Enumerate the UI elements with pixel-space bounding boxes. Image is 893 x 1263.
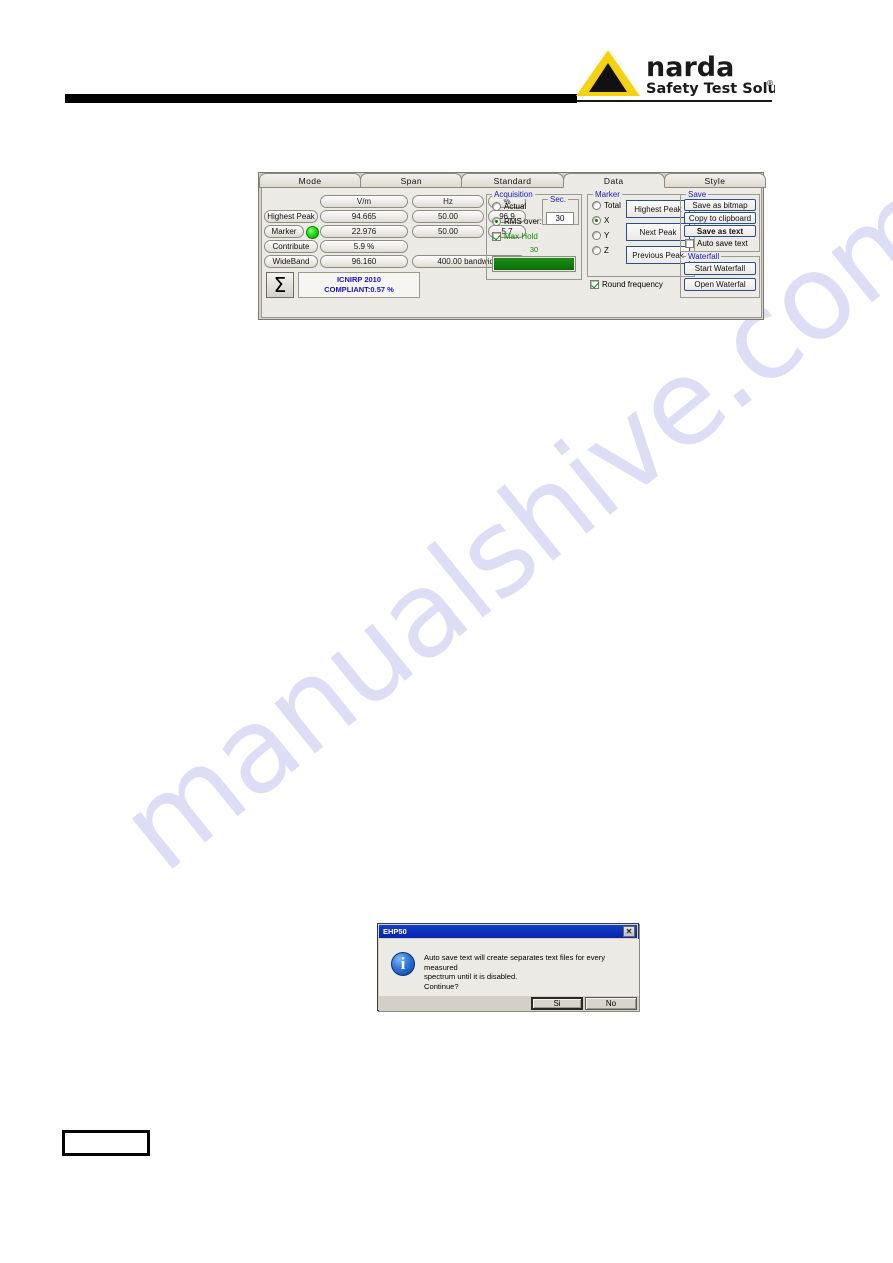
svg-text:narda: narda [646,52,734,83]
waterfall-group: Waterfall Start Waterfall Open Waterfal [680,252,760,298]
marker-group-title: Marker [593,190,622,199]
marker-axis-y[interactable]: Y [592,231,609,240]
save-group: Save Save as bitmap Copy to clipboard Sa… [680,190,760,252]
highest-peak-vm: 94.665 [320,210,408,223]
panel-body: V/m Hz % Highest Peak 94.665 50.00 96.9 … [261,188,762,318]
standard-status: COMPLIANT:0.57 % [324,285,394,294]
progress-label: 30 [529,245,539,254]
column-header-vm: V/m [320,195,408,208]
info-icon: i [391,952,415,976]
svg-text:Safety Test Solutions: Safety Test Solutions [646,81,775,97]
progress-fill [494,258,574,270]
dialog-message-line-2: spectrum until it is disabled. [424,972,518,981]
save-as-text-button[interactable]: Save as text [684,225,756,237]
dialog-title-bar: EHP50 ✕ [379,925,637,938]
close-icon[interactable]: ✕ [623,926,635,937]
dialog-yes-button[interactable]: Si [531,997,583,1010]
round-frequency-label: Round frequency [602,280,663,289]
tab-span[interactable]: Span [360,173,463,188]
dialog-title-text: EHP50 [383,927,407,936]
sec-group-title: Sec. [548,195,569,204]
dialog-message-line-3: Continue? [424,981,459,991]
max-hold-label: Max Hold [504,232,538,241]
acquisition-group-title: Acquisition [492,190,535,199]
green-led-icon [306,226,319,239]
tab-data[interactable]: Data [562,173,665,188]
acquisition-rms-radio[interactable]: RMS over: [492,217,542,226]
tab-standard[interactable]: Standard [461,173,564,188]
tab-mode[interactable]: Mode [259,173,362,188]
radio-unchecked-icon [592,231,601,240]
standard-name: ICNIRP 2010 [336,275,382,284]
row-label-contribute[interactable]: Contribute [264,240,318,253]
marker-axis-x[interactable]: X [592,216,609,225]
dialog-message: Auto save text will create separates tex… [424,953,632,991]
max-hold-checkbox[interactable]: Max Hold [492,232,538,241]
ehp50-message-dialog: EHP50 ✕ i Auto save text will create sep… [377,923,639,1011]
narda-logo: narda Safety Test Solutions ® [570,46,775,100]
dialog-footer: Si No [379,996,639,1011]
header-rule-thin [577,100,772,102]
column-header-hz: Hz [412,195,484,208]
marker-axis-y-label: Y [604,231,610,240]
radio-unchecked-icon [592,246,601,255]
footer-placeholder-box [62,1130,150,1156]
header-rule [65,94,577,103]
auto-save-text-label: Auto save text [697,239,748,248]
row-label-marker[interactable]: Marker [264,225,304,238]
save-group-title: Save [686,190,709,199]
waterfall-group-title: Waterfall [686,252,722,261]
highest-peak-hz: 50.00 [412,210,484,223]
row-label-wideband[interactable]: WideBand [264,255,318,268]
dialog-body: i Auto save text will create separates t… [379,939,639,996]
save-as-bitmap-button[interactable]: Save as bitmap [684,199,756,211]
sigma-icon[interactable]: Σ [266,272,294,298]
marker-group: Marker Total X Y Z Highest Peak Next Pea… [587,190,695,277]
dialog-message-line-1: Auto save text will create separates tex… [424,953,606,972]
panel-tabstrip: Mode Span Standard Data Style [259,173,767,188]
marker-vm: 22.976 [320,225,408,238]
marker-axis-z-label: Z [604,246,609,255]
svg-text:®: ® [766,79,774,88]
radio-checked-icon [592,216,601,225]
sec-input[interactable]: 30 [546,212,574,225]
row-label-highest-peak[interactable]: Highest Peak [264,210,318,223]
radio-checked-icon [492,217,501,226]
marker-axis-total-label: Total [604,201,621,210]
acquisition-progress-bar [492,256,576,272]
radio-unchecked-icon [492,202,501,211]
acquisition-actual-label: Actual [504,202,527,211]
copy-to-clipboard-button[interactable]: Copy to clipboard [684,212,756,224]
round-frequency-checkbox[interactable]: Round frequency [590,280,663,289]
radio-unchecked-icon [592,201,601,210]
checkbox-checked-icon [492,232,501,241]
ehp50-data-panel: Mode Span Standard Data Style V/m Hz % H… [258,172,767,320]
marker-axis-total[interactable]: Total [592,201,621,210]
marker-axis-z[interactable]: Z [592,246,609,255]
acquisition-actual-radio[interactable]: Actual [492,202,526,211]
wideband-value: 96.160 [320,255,408,268]
tab-style[interactable]: Style [663,173,767,188]
dialog-no-button[interactable]: No [585,997,637,1010]
start-waterfall-button[interactable]: Start Waterfall [684,262,756,275]
checkbox-checked-icon [590,280,599,289]
compliance-readout: ICNIRP 2010 COMPLIANT:0.57 % [298,272,420,298]
acquisition-group: Acquisition Actual RMS over: Sec. 30 Max… [486,190,582,280]
auto-save-text-checkbox[interactable]: Auto save text [685,239,748,248]
contribute-value: 5.9 % [320,240,408,253]
acquisition-rms-label: RMS over: [504,217,542,226]
marker-hz: 50.00 [412,225,484,238]
marker-axis-x-label: X [604,216,610,225]
open-waterfall-button[interactable]: Open Waterfal [684,278,756,291]
checkbox-unchecked-icon [685,239,694,248]
